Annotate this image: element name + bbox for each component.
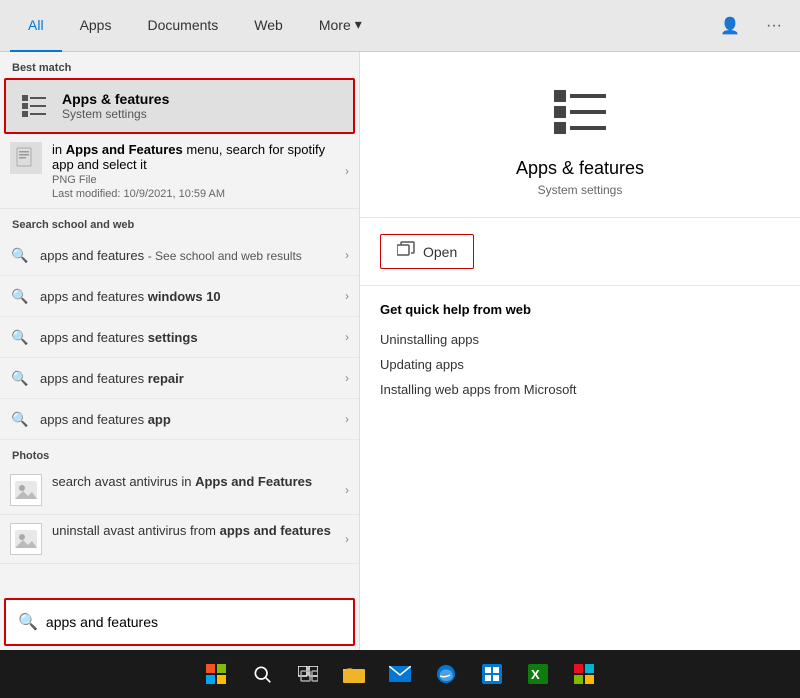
best-match-title: Apps & features (62, 91, 169, 107)
search-result-3[interactable]: 🔍 apps and features repair › (0, 358, 359, 399)
file-result-title: in Apps and Features menu, search for sp… (52, 142, 341, 172)
search-result-text-4: apps and features app (40, 412, 341, 427)
search-result-arrow-2: › (345, 330, 349, 344)
nav-right-actions: 👤 ··· (714, 10, 790, 42)
search-bar-icon: 🔍 (18, 612, 38, 632)
tab-all[interactable]: All (10, 0, 62, 52)
file-result-arrow: › (345, 164, 349, 178)
photo-icon-0 (10, 474, 42, 506)
quick-help-link-2[interactable]: Installing web apps from Microsoft (380, 377, 780, 402)
photo-result-text-1: uninstall avast antivirus from apps and … (52, 523, 345, 538)
edge-btn[interactable] (426, 654, 466, 694)
right-app-subtitle: System settings (538, 183, 623, 197)
start-button[interactable] (196, 654, 236, 694)
search-result-arrow-3: › (345, 371, 349, 385)
search-icon-2: 🔍 (10, 327, 30, 347)
search-result-text-1: apps and features windows 10 (40, 289, 341, 304)
search-icon-0: 🔍 (10, 245, 30, 265)
file-result-type: PNG File (52, 174, 341, 186)
top-navigation: All Apps Documents Web More ▾ 👤 ··· (0, 0, 800, 52)
search-result-text-0: apps and features - See school and web r… (40, 248, 341, 263)
photo-result-1[interactable]: uninstall avast antivirus from apps and … (0, 515, 359, 564)
search-result-2[interactable]: 🔍 apps and features settings › (0, 317, 359, 358)
chevron-down-icon: ▾ (355, 16, 362, 33)
right-app-icon (548, 82, 612, 146)
best-match-text: Apps & features System settings (62, 91, 169, 121)
quick-help-link-1[interactable]: Updating apps (380, 352, 780, 377)
search-result-text-3: apps and features repair (40, 371, 341, 386)
best-match-item[interactable]: Apps & features System settings (4, 78, 355, 134)
search-result-0[interactable]: 🔍 apps and features - See school and web… (0, 235, 359, 276)
apps-features-icon (16, 88, 52, 124)
open-btn-area: Open (360, 218, 800, 286)
search-result-arrow-1: › (345, 289, 349, 303)
photo-result-0[interactable]: search avast antivirus in Apps and Featu… (0, 466, 359, 515)
file-result-text: in Apps and Features menu, search for sp… (52, 142, 341, 200)
photo-result-arrow-1: › (345, 532, 349, 546)
quick-help-section: Get quick help from web Uninstalling app… (360, 286, 800, 418)
right-header: Apps & features System settings (360, 52, 800, 218)
photos-label: Photos (0, 440, 359, 466)
best-match-label: Best match (0, 52, 359, 78)
search-result-text-2: apps and features settings (40, 330, 341, 345)
search-icon-1: 🔍 (10, 286, 30, 306)
svg-text:X: X (531, 667, 540, 682)
file-result-item[interactable]: in Apps and Features menu, search for sp… (0, 134, 359, 209)
file-explorer-btn[interactable] (334, 654, 374, 694)
tab-web[interactable]: Web (236, 0, 301, 52)
right-panel: Apps & features System settings Open Get… (360, 52, 800, 650)
search-bar: 🔍 (4, 598, 355, 646)
store-btn[interactable] (472, 654, 512, 694)
photo-icon-1 (10, 523, 42, 555)
quick-help-title: Get quick help from web (380, 302, 780, 317)
person-icon-btn[interactable]: 👤 (714, 10, 746, 42)
photo-result-text-0: search avast antivirus in Apps and Featu… (52, 474, 345, 489)
right-app-title: Apps & features (516, 158, 644, 179)
open-icon (397, 241, 415, 262)
search-result-1[interactable]: 🔍 apps and features windows 10 › (0, 276, 359, 317)
open-button[interactable]: Open (380, 234, 474, 269)
more-options-btn[interactable]: ··· (758, 10, 790, 42)
taskbar: X (0, 650, 800, 698)
school-web-label: Search school and web (0, 209, 359, 235)
left-panel: Best match Apps & features System settin… (0, 52, 360, 650)
open-label: Open (423, 244, 457, 260)
photo-result-arrow-0: › (345, 483, 349, 497)
search-result-arrow-0: › (345, 248, 349, 262)
xbox-btn[interactable]: X (518, 654, 558, 694)
main-content: Best match Apps & features System settin… (0, 52, 800, 650)
quick-help-link-0[interactable]: Uninstalling apps (380, 327, 780, 352)
tab-documents[interactable]: Documents (129, 0, 236, 52)
best-match-subtitle: System settings (62, 107, 169, 121)
tiles-btn[interactable] (564, 654, 604, 694)
search-taskbar-btn[interactable] (242, 654, 282, 694)
tab-apps[interactable]: Apps (62, 0, 130, 52)
mail-btn[interactable] (380, 654, 420, 694)
search-result-4[interactable]: 🔍 apps and features app › (0, 399, 359, 440)
task-view-btn[interactable] (288, 654, 328, 694)
file-icon (10, 142, 42, 174)
search-icon-3: 🔍 (10, 368, 30, 388)
search-input[interactable] (46, 614, 341, 630)
file-result-date: Last modified: 10/9/2021, 10:59 AM (52, 188, 341, 200)
tab-more[interactable]: More ▾ (301, 0, 380, 52)
search-icon-4: 🔍 (10, 409, 30, 429)
search-result-arrow-4: › (345, 412, 349, 426)
